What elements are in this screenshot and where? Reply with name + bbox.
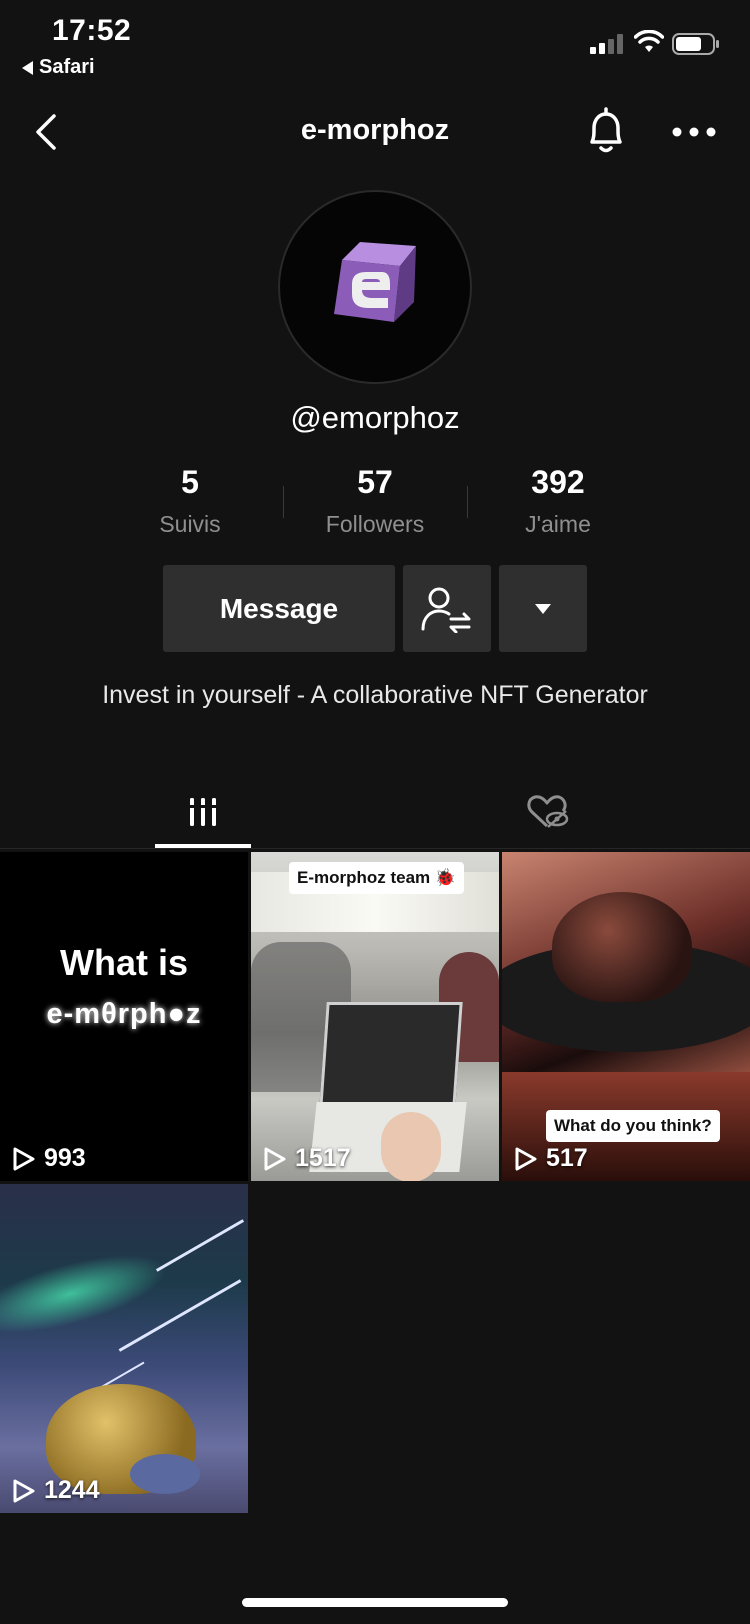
video-overlay-title: What is bbox=[59, 942, 188, 983]
video-caption: E-morphoz team 🐞 bbox=[289, 862, 465, 894]
video-tile[interactable]: 1244 bbox=[0, 1184, 248, 1513]
home-indicator[interactable] bbox=[242, 1598, 508, 1607]
video-tile[interactable]: E-morphoz team 🐞 1517 bbox=[251, 852, 499, 1181]
e-cube-logo bbox=[334, 242, 416, 322]
more-options-icon[interactable] bbox=[670, 114, 718, 150]
following-status-button[interactable] bbox=[403, 565, 491, 652]
stat-likes-value: 392 bbox=[531, 464, 585, 500]
view-count-value: 1244 bbox=[44, 1476, 100, 1504]
play-icon bbox=[264, 1147, 286, 1170]
message-button[interactable]: Message bbox=[163, 565, 395, 652]
grid-icon bbox=[187, 798, 219, 826]
top-nav: e-morphoz bbox=[0, 92, 750, 172]
wifi-icon bbox=[634, 30, 664, 52]
battery-icon bbox=[672, 33, 719, 55]
page-title: e-morphoz bbox=[300, 114, 450, 146]
view-count: 517 bbox=[514, 1144, 588, 1173]
stat-likes-label: J'aime bbox=[525, 511, 591, 537]
content-tabs bbox=[0, 776, 750, 849]
profile-stats: 5 Suivis 57 Followers 392 J'aime bbox=[0, 464, 750, 544]
profile-bio: Invest in yourself - A collaborative NFT… bbox=[102, 681, 648, 709]
back-app-label: Safari bbox=[39, 56, 95, 78]
play-icon bbox=[13, 1147, 35, 1170]
user-swap-icon bbox=[421, 587, 471, 633]
stat-following[interactable]: 5 Suivis bbox=[100, 464, 280, 538]
status-time: 17:52 bbox=[52, 14, 132, 47]
video-tile[interactable]: What is e-mθrph●z 993 bbox=[0, 852, 248, 1181]
video-tile[interactable]: What do you think? 517 bbox=[502, 852, 750, 1181]
video-overlay-subtitle: e-mθrph●z bbox=[46, 998, 202, 1030]
play-icon bbox=[13, 1479, 35, 1502]
view-count: 1517 bbox=[263, 1144, 351, 1173]
stat-followers-value: 57 bbox=[357, 464, 393, 500]
view-count-value: 993 bbox=[44, 1144, 86, 1172]
tab-videos[interactable] bbox=[155, 776, 251, 848]
active-tab-indicator bbox=[155, 844, 251, 848]
view-count-value: 517 bbox=[546, 1144, 588, 1172]
tab-liked[interactable] bbox=[500, 776, 596, 848]
video-caption: What do you think? bbox=[546, 1110, 720, 1142]
stat-followers-label: Followers bbox=[325, 511, 425, 537]
caret-down-icon bbox=[535, 603, 551, 614]
profile-avatar[interactable] bbox=[278, 190, 472, 384]
suggested-accounts-button[interactable] bbox=[499, 565, 587, 652]
back-triangle-icon bbox=[22, 60, 33, 75]
view-count: 1244 bbox=[12, 1476, 100, 1505]
view-count: 993 bbox=[12, 1144, 86, 1173]
status-bar: 17:52 Safari bbox=[0, 0, 750, 90]
stat-following-value: 5 bbox=[181, 464, 199, 500]
play-icon bbox=[515, 1147, 537, 1170]
bell-icon[interactable] bbox=[582, 106, 630, 158]
stat-likes[interactable]: 392 J'aime bbox=[468, 464, 648, 538]
cellular-signal-icon bbox=[590, 34, 623, 54]
stat-divider bbox=[283, 486, 284, 518]
profile-handle: @emorphoz bbox=[290, 400, 460, 435]
hidden-heart-icon bbox=[527, 795, 569, 828]
view-count-value: 1517 bbox=[295, 1144, 351, 1172]
stat-followers[interactable]: 57 Followers bbox=[285, 464, 465, 538]
back-to-safari-link[interactable]: Safari bbox=[22, 56, 95, 79]
stat-following-label: Suivis bbox=[159, 511, 221, 537]
